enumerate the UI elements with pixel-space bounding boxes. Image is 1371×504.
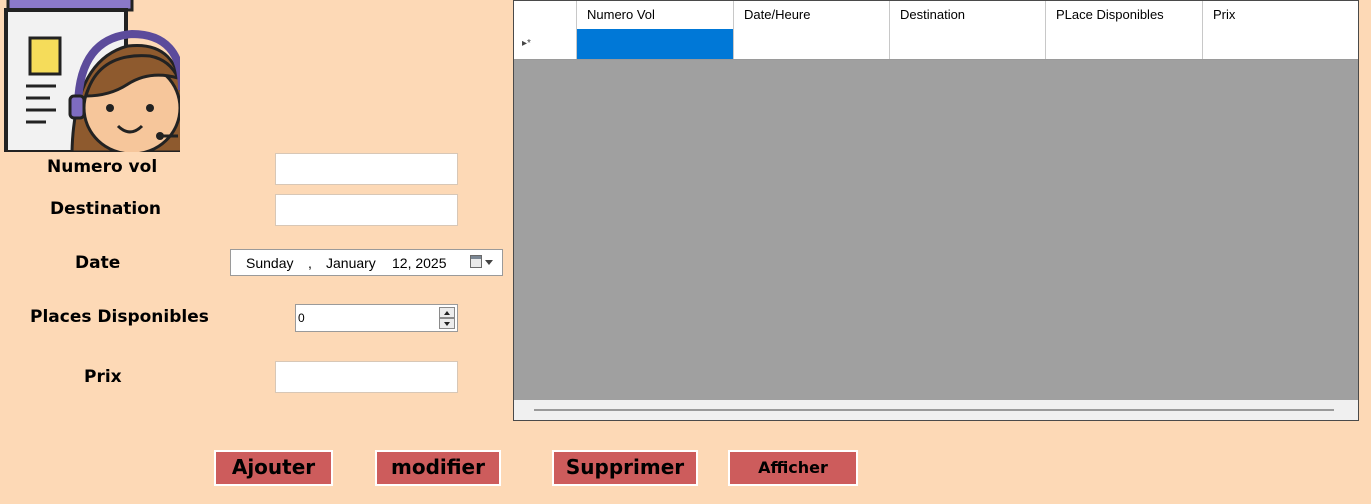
afficher-button[interactable]: Afficher (728, 450, 858, 486)
supprimer-button[interactable]: Supprimer (552, 450, 698, 486)
date-day-year: 12, 2025 (392, 255, 447, 271)
cell-destination[interactable] (890, 29, 1046, 59)
column-header-prix[interactable]: Prix (1203, 1, 1358, 29)
chevron-down-icon[interactable] (485, 260, 493, 265)
date-picker[interactable]: Sunday , January 12, 2025 (230, 249, 503, 276)
cell-numero-vol[interactable] (577, 29, 734, 59)
modifier-button[interactable]: modifier (375, 450, 501, 486)
grid-header: Numero Vol Date/Heure Destination PLace … (514, 1, 1358, 30)
numero-vol-input[interactable] (275, 153, 458, 185)
places-value: 0 (298, 311, 305, 325)
row-header-corner (514, 1, 577, 29)
date-label: Date (75, 253, 121, 273)
horizontal-scrollbar[interactable] (514, 400, 1358, 420)
cell-prix[interactable] (1203, 29, 1358, 59)
date-separator: , (308, 255, 312, 271)
calendar-icon[interactable] (470, 255, 482, 268)
prix-input[interactable] (275, 361, 458, 393)
places-disponibles-label: Places Disponibles (30, 307, 209, 327)
prix-label: Prix (84, 367, 122, 387)
destination-label: Destination (50, 199, 162, 219)
column-header-place-disponibles[interactable]: PLace Disponibles (1046, 1, 1203, 29)
date-month: January (326, 255, 376, 271)
cell-date-heure[interactable] (734, 29, 890, 59)
date-day: Sunday (246, 255, 294, 271)
column-header-numero-vol[interactable]: Numero Vol (577, 1, 734, 29)
stepper-up-button[interactable] (439, 307, 455, 318)
row-header[interactable]: ▸* (514, 29, 577, 59)
scrollbar-thumb[interactable] (534, 409, 1334, 411)
destination-input[interactable] (275, 194, 458, 226)
flights-grid[interactable]: Numero Vol Date/Heure Destination PLace … (513, 0, 1359, 421)
table-row[interactable]: ▸* (514, 29, 1358, 60)
ajouter-button[interactable]: Ajouter (214, 450, 333, 486)
new-row-marker-icon: ▸* (522, 38, 531, 49)
stepper-down-button[interactable] (439, 318, 455, 329)
column-header-date-heure[interactable]: Date/Heure (734, 1, 890, 29)
support-agent-icon (0, 0, 186, 156)
places-disponibles-stepper[interactable]: 0 (295, 304, 458, 332)
numero-vol-label: Numero vol (47, 157, 158, 177)
column-header-destination[interactable]: Destination (890, 1, 1046, 29)
cell-place-disponibles[interactable] (1046, 29, 1203, 59)
